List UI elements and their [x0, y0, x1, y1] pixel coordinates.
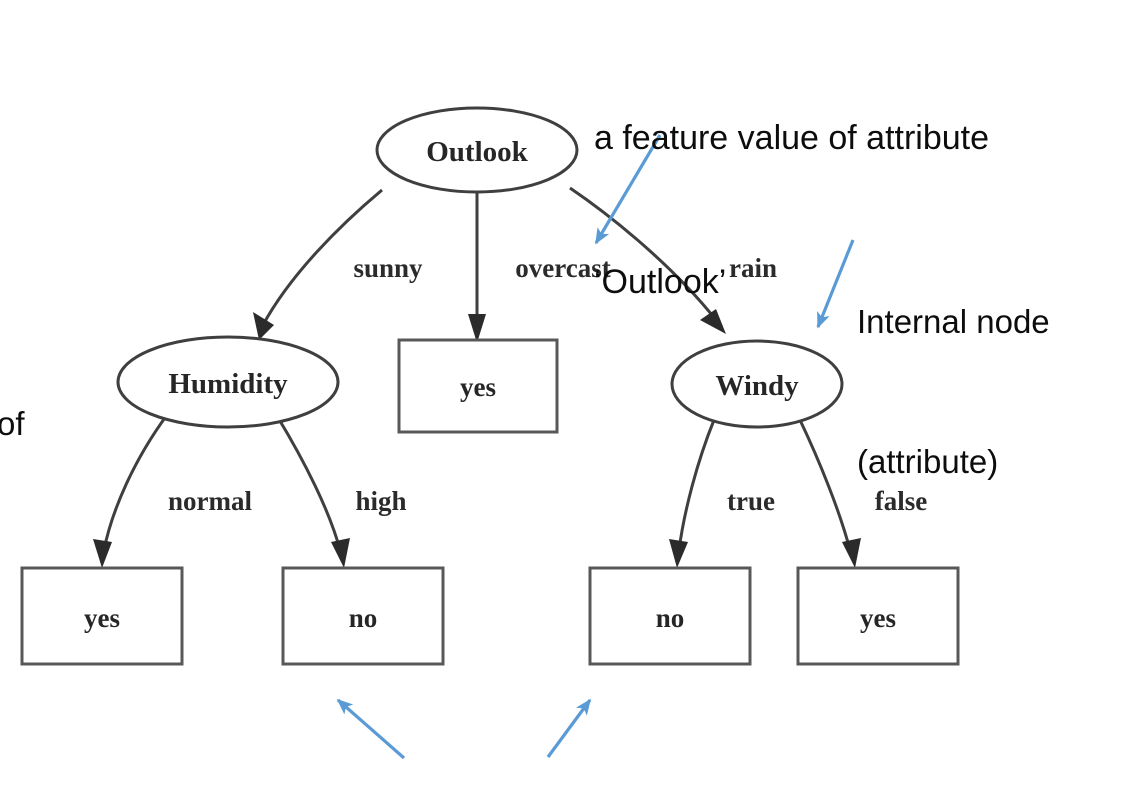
leaf-high-label: no [349, 603, 378, 633]
edge-label-true: true [727, 486, 775, 516]
edge-windy-yes [798, 419, 852, 551]
annotation-left-fragment: of [0, 307, 34, 541]
leaf-false-yes[interactable]: yes [796, 566, 960, 666]
annotation-internal-node-line1: Internal node [857, 302, 1050, 340]
annotation-left-fragment-line1: of [0, 404, 25, 442]
diagram-canvas: Outlook Humidity Windy yes yes no no yes… [0, 0, 1126, 812]
leaf-overcast-yes[interactable]: yes [397, 338, 559, 434]
edge-label-normal: normal [168, 486, 252, 516]
edge-humidity-yes [102, 414, 169, 551]
edge-arrowhead-sunny [253, 312, 274, 340]
leaf-high-no[interactable]: no [281, 566, 445, 666]
leaf-normal-yes[interactable]: yes [20, 566, 184, 666]
leaf-normal-label: yes [84, 603, 120, 633]
annotation-internal-node: Internal node (attribute) [857, 205, 1050, 580]
leaf-true-label: no [656, 603, 685, 633]
leaf-true-no[interactable]: no [588, 566, 752, 666]
node-humidity-label: Humidity [168, 368, 288, 400]
edge-arrowhead-true [669, 539, 688, 568]
edge-label-high: high [355, 486, 406, 516]
edge-arrowhead-high [331, 538, 350, 568]
node-outlook-label: Outlook [426, 136, 528, 168]
arrow-to-leaf-left [336, 698, 406, 760]
edge-arrowhead-normal [93, 539, 112, 568]
annotation-leaf-nodes: leaf nodes (labels) [436, 755, 706, 812]
leaf-false-label: yes [860, 603, 896, 633]
node-outlook[interactable]: Outlook [375, 106, 579, 194]
node-humidity[interactable]: Humidity [116, 335, 340, 429]
edge-windy-no [677, 419, 716, 551]
annotation-internal-node-line2: (attribute) [857, 443, 999, 481]
edge-humidity-no [275, 415, 342, 551]
annotation-feature-value-line1: a feature value of attribute [594, 118, 990, 157]
arrow-to-leaf-right [546, 698, 592, 758]
edge-label-sunny: sunny [353, 253, 423, 283]
leaf-overcast-label: yes [460, 372, 496, 402]
